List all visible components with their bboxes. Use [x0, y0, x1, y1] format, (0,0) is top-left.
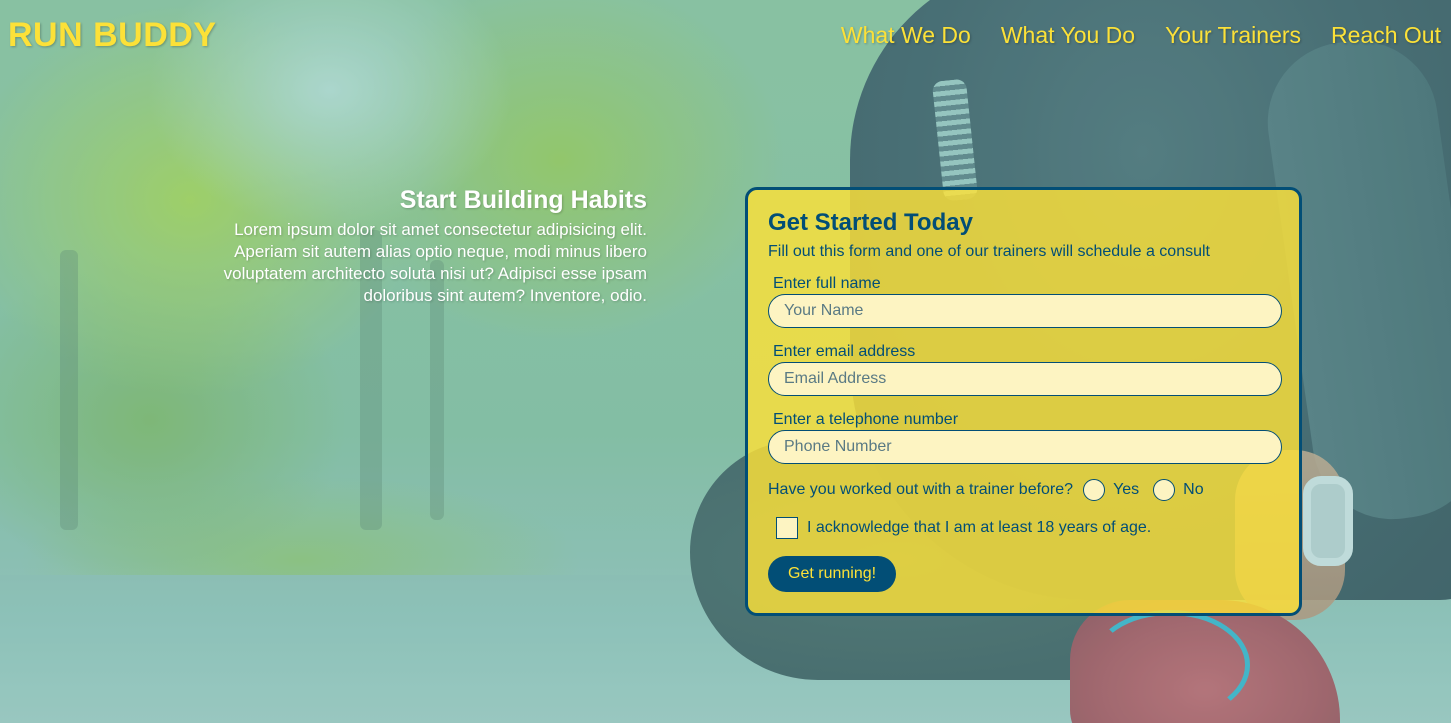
phone-input[interactable]: [768, 430, 1282, 464]
submit-button[interactable]: Get running!: [768, 556, 897, 592]
age-ack-row: I acknowledge that I am at least 18 year…: [776, 517, 1279, 539]
hero-text: Lorem ipsum dolor sit amet consectetur a…: [223, 220, 647, 305]
yes-label: Yes: [1113, 481, 1140, 498]
no-radio[interactable]: [1153, 479, 1176, 501]
get-started-form: Get Started Today Fill out this form and…: [745, 187, 1302, 616]
age-ack-checkbox[interactable]: [776, 517, 798, 539]
name-input[interactable]: [768, 294, 1282, 328]
trainer-question-label: Have you worked out with a trainer befor…: [768, 481, 1074, 498]
site-header: RUN BUDDY What We Do What You Do Your Tr…: [0, 0, 1451, 70]
phone-label: Enter a telephone number: [773, 411, 959, 428]
hero-section: Start Building Habits Lorem ipsum dolor …: [180, 186, 647, 307]
nav-link-what-you-do[interactable]: What You Do: [1001, 22, 1135, 49]
email-input[interactable]: [768, 362, 1282, 396]
nav-link-reach-out[interactable]: Reach Out: [1331, 22, 1441, 49]
trainer-question-row: Have you worked out with a trainer befor…: [768, 479, 1279, 501]
email-field-group: Enter email address: [768, 343, 1282, 396]
age-ack-label: I acknowledge that I am at least 18 year…: [807, 519, 1152, 536]
form-title: Get Started Today: [768, 209, 973, 236]
phone-field-group: Enter a telephone number: [768, 411, 1282, 464]
logo[interactable]: RUN BUDDY: [8, 16, 217, 55]
hero-title: Start Building Habits: [399, 186, 647, 214]
main-nav: What We Do What You Do Your Trainers Rea…: [841, 22, 1441, 49]
nav-link-what-we-do[interactable]: What We Do: [841, 22, 971, 49]
name-label: Enter full name: [773, 275, 881, 292]
nav-link-your-trainers[interactable]: Your Trainers: [1165, 22, 1301, 49]
yes-radio[interactable]: [1083, 479, 1106, 501]
form-subtitle: Fill out this form and one of our traine…: [768, 243, 1210, 260]
no-label: No: [1183, 481, 1204, 498]
email-label: Enter email address: [773, 343, 916, 360]
name-field-group: Enter full name: [768, 275, 1282, 328]
